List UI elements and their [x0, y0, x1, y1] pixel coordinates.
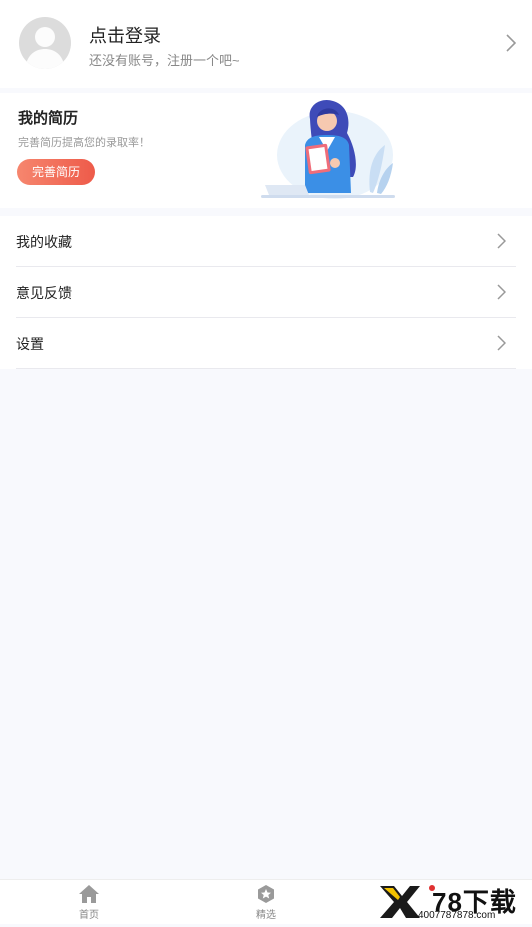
menu-item-feedback[interactable]: 意见反馈: [16, 267, 516, 318]
chevron-right-icon[interactable]: [506, 34, 516, 52]
tab-featured[interactable]: 精选: [226, 880, 306, 924]
chevron-right-icon: [497, 335, 506, 351]
user-placeholder-icon: [25, 27, 65, 69]
complete-resume-button[interactable]: 完善简历: [17, 159, 95, 185]
menu-item-settings[interactable]: 设置: [16, 318, 516, 369]
star-badge-icon: [258, 885, 274, 903]
woman-writing-illustration: [261, 99, 395, 199]
watermark-logo: 78下载 4007787878.com: [376, 882, 526, 922]
tab-label: 精选: [256, 910, 276, 921]
menu-item-favorites[interactable]: 我的收藏: [16, 216, 516, 267]
resume-subtitle: 完善简历提高您的录取率！: [18, 137, 150, 149]
login-header[interactable]: 点击登录 还没有账号，注册一个吧~: [0, 0, 532, 88]
menu-item-label: 我的收藏: [16, 234, 72, 250]
resume-title: 我的简历: [18, 110, 79, 127]
login-title[interactable]: 点击登录: [89, 22, 161, 48]
settings-menu: 我的收藏 意见反馈 设置: [0, 216, 532, 369]
login-subtitle: 还没有账号，注册一个吧~: [89, 53, 240, 68]
tab-home[interactable]: 首页: [49, 880, 129, 924]
watermark-url: 4007787878.com: [418, 910, 496, 921]
resume-card: 我的简历 完善简历提高您的录取率！ 完善简历: [0, 93, 532, 208]
menu-item-label: 意见反馈: [16, 285, 72, 301]
tab-label: 首页: [79, 910, 99, 921]
menu-item-label: 设置: [16, 336, 44, 352]
home-icon: [79, 885, 99, 903]
avatar[interactable]: [19, 17, 71, 69]
chevron-right-icon: [497, 284, 506, 300]
chevron-right-icon: [497, 233, 506, 249]
